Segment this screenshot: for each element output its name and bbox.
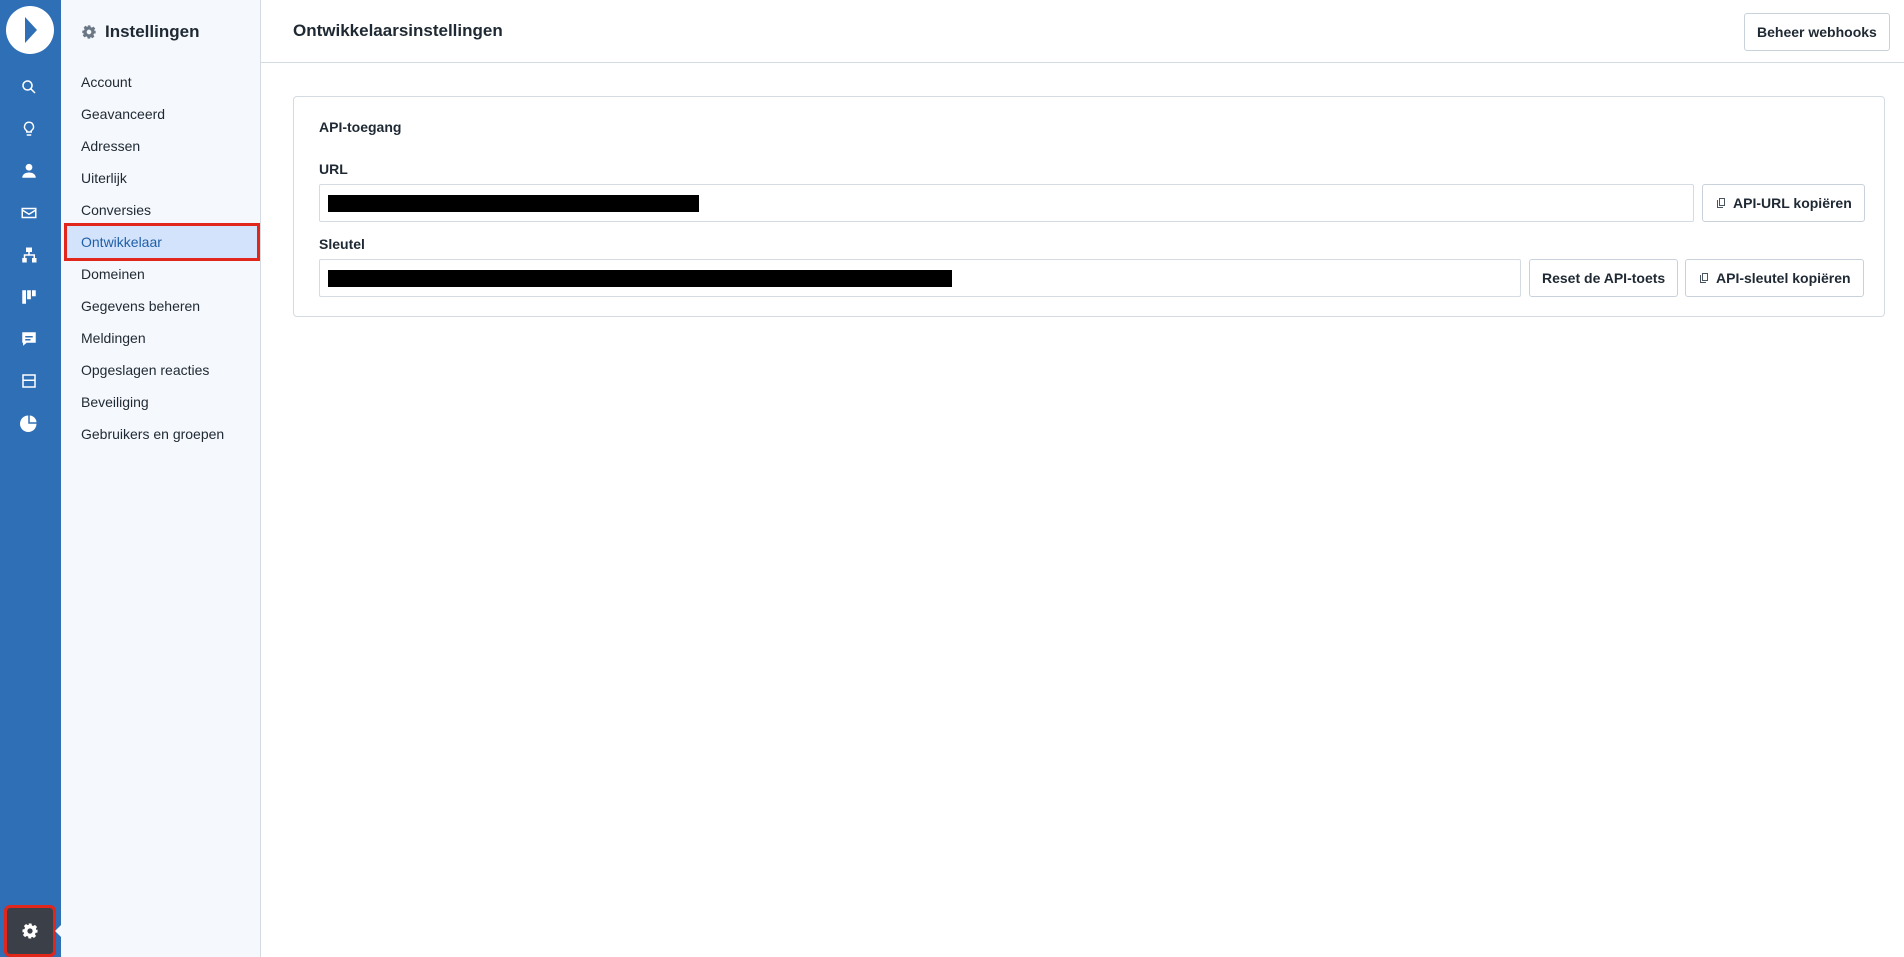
sidebar-title: Instellingen: [105, 22, 200, 41]
settings-nav: Account Geavanceerd Adressen Uiterlijk C…: [61, 66, 261, 450]
card-title: API-toegang: [319, 119, 402, 135]
gear-icon: [82, 25, 96, 39]
reset-api-key-button[interactable]: Reset de API-toets: [1529, 259, 1679, 297]
copy-api-url-label: API-URL kopiëren: [1733, 195, 1852, 211]
sidebar-item-users-groups[interactable]: Gebruikers en groepen: [61, 418, 261, 450]
lightbulb-icon[interactable]: [15, 115, 43, 143]
copy-api-key-label: API-sleutel kopiëren: [1716, 270, 1851, 286]
gear-icon: [22, 923, 38, 939]
redacted-url: [328, 195, 699, 212]
manage-webhooks-button[interactable]: Beheer webhooks: [1744, 13, 1890, 51]
copy-icon: [1717, 198, 1725, 208]
manage-webhooks-label: Beheer webhooks: [1757, 24, 1877, 40]
redacted-key: [328, 270, 952, 287]
sidebar-header: Instellingen: [81, 20, 199, 44]
copy-api-key-button[interactable]: API-sleutel kopiëren: [1685, 259, 1864, 297]
page-header: Ontwikkelaarsinstellingen Beheer webhook…: [261, 0, 1904, 63]
sidebar-item-appearance[interactable]: Uiterlijk: [61, 162, 261, 194]
chat-icon[interactable]: [15, 325, 43, 353]
settings-button[interactable]: [4, 905, 56, 957]
search-icon[interactable]: [15, 73, 43, 101]
sidebar-item-account[interactable]: Account: [61, 66, 261, 98]
reset-api-key-label: Reset de API-toets: [1542, 270, 1666, 286]
page-title: Ontwikkelaarsinstellingen: [293, 21, 503, 40]
sidebar-item-addresses[interactable]: Adressen: [61, 130, 261, 162]
key-label: Sleutel: [319, 236, 365, 252]
sidebar-item-advanced[interactable]: Geavanceerd: [61, 98, 261, 130]
sitemap-icon[interactable]: [15, 241, 43, 269]
mail-icon[interactable]: [15, 199, 43, 227]
sidebar-item-domains[interactable]: Domeinen: [61, 258, 261, 290]
sidebar-item-data-management[interactable]: Gegevens beheren: [61, 290, 261, 322]
board-icon[interactable]: [15, 283, 43, 311]
app-rail: [0, 0, 62, 957]
copy-api-url-button[interactable]: API-URL kopiëren: [1702, 184, 1865, 222]
api-access-card: API-toegang URL API-URL kopiëren Sleutel…: [293, 96, 1885, 317]
url-field[interactable]: [319, 184, 1694, 222]
key-field[interactable]: [319, 259, 1521, 297]
copy-icon: [1700, 273, 1708, 283]
sidebar-item-notifications[interactable]: Meldingen: [61, 322, 261, 354]
sidebar-item-conversions[interactable]: Conversies: [61, 194, 261, 226]
sidebar-item-developer[interactable]: Ontwikkelaar: [64, 223, 260, 261]
person-icon[interactable]: [15, 157, 43, 185]
url-label: URL: [319, 161, 348, 177]
main-content: Ontwikkelaarsinstellingen Beheer webhook…: [261, 0, 1904, 957]
logo-icon: [25, 17, 37, 43]
pie-chart-icon[interactable]: [15, 409, 43, 437]
logo[interactable]: [6, 6, 54, 54]
sidebar-item-saved-replies[interactable]: Opgeslagen reacties: [61, 354, 261, 386]
sidebar-item-security[interactable]: Beveiliging: [61, 386, 261, 418]
settings-sidebar: Instellingen Account Geavanceerd Adresse…: [61, 0, 261, 957]
inbox-icon[interactable]: [15, 367, 43, 395]
